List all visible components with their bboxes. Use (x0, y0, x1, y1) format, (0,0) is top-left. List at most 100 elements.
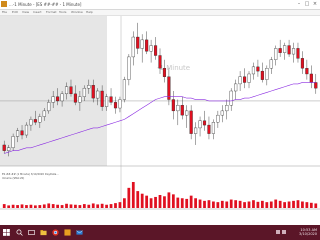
volume-bar (216, 202, 220, 208)
candle-down (69, 86, 73, 95)
candle-up (131, 36, 135, 58)
volume-bar (256, 201, 260, 208)
volume-bar (47, 203, 51, 208)
volume-bar (171, 194, 175, 208)
candle-down (113, 102, 118, 109)
volume-bar (158, 195, 162, 208)
candle-down (153, 45, 158, 56)
candle-down (180, 105, 184, 116)
time-axis-label: 15:00 (281, 211, 289, 212)
volume-icon[interactable] (282, 230, 286, 234)
volume-bar (189, 195, 193, 208)
minimize-button[interactable]: – (296, 1, 302, 7)
ninjatrader-icon[interactable] (64, 229, 71, 236)
volume-bar (167, 192, 171, 208)
search-icon[interactable] (16, 229, 23, 236)
volume-bar (38, 205, 42, 208)
candle-down (91, 85, 95, 99)
clock-date: 3/10/2020 (299, 232, 317, 236)
time-axis-label: 13:45 (218, 211, 226, 212)
candle-down (145, 39, 149, 52)
volume-bar (154, 196, 157, 208)
candle-up (11, 136, 15, 148)
candle-up (42, 110, 46, 117)
candle-down (260, 70, 264, 80)
menu-tools[interactable]: Tools (59, 10, 66, 15)
candle-down (296, 48, 300, 59)
time-axis: 09:30 09:45 10:00 10:15 10:30 10:45 11:00 11:15… (3, 211, 314, 212)
candle-up (64, 86, 69, 95)
maximize-button[interactable]: □ (304, 1, 310, 7)
chart-area[interactable]: -1 Minute ES ##-## (1 Minute) 3/10/2020 … (0, 16, 320, 212)
time-axis-label: 15:15 (294, 211, 302, 212)
candle-up (198, 120, 202, 129)
menu-file[interactable]: File (2, 10, 7, 15)
window-title: ...-1 Minute - [ES ##-## - 1 Minute] (9, 2, 82, 7)
candle-down (73, 93, 77, 103)
time-axis-label: 10:30 (54, 211, 62, 212)
volume-bar (145, 195, 149, 208)
file-explorer-icon[interactable] (40, 229, 47, 236)
candle-down (33, 119, 37, 123)
volume-bar (105, 204, 108, 208)
volume-bar (260, 200, 264, 208)
volume-bar (100, 203, 104, 208)
menu-help[interactable]: Help (86, 10, 93, 15)
menu-window[interactable]: Window (71, 10, 83, 15)
volume-bar (283, 202, 286, 208)
volume-bar (131, 182, 135, 208)
volume-bar (96, 204, 100, 208)
candle-down (20, 130, 24, 136)
volume-bar (29, 204, 33, 208)
time-axis-label: 09:30 (3, 211, 11, 212)
volume-label: Volume (SMA:20) (2, 176, 24, 180)
session-shade (0, 16, 107, 166)
menu-view[interactable]: View (22, 10, 29, 15)
chart-info-line: ES ##-## (1 Minute) 3/10/2020 DayData... (2, 172, 59, 176)
candle-down (158, 55, 162, 69)
volume-bar (114, 203, 117, 208)
volume-bar (25, 205, 28, 208)
candle-up (251, 66, 256, 75)
windows-logo-icon[interactable] (3, 229, 10, 236)
volume-bar (314, 203, 318, 208)
menu-format[interactable]: Format (46, 10, 57, 15)
candle-down (278, 48, 282, 53)
menu-edit[interactable]: Edit (12, 10, 18, 15)
volume-bar (234, 200, 238, 208)
candle-up (105, 96, 109, 107)
candle-up (38, 116, 42, 123)
taskbar-clock[interactable]: 10:53 AM 3/10/2020 (299, 228, 317, 236)
candle-down (136, 36, 140, 49)
network-icon[interactable] (276, 230, 280, 234)
time-axis-label: 11:15 (91, 211, 99, 212)
volume-bar (194, 198, 197, 208)
app-icon (1, 1, 7, 7)
chrome-icon[interactable] (52, 229, 59, 236)
time-axis-label: 12:15 (142, 211, 150, 212)
close-button[interactable]: × (312, 1, 318, 7)
volume-bar (109, 204, 113, 208)
volume-bar (136, 191, 140, 208)
candle-up (16, 130, 20, 137)
time-axis-label: 13:30 (205, 211, 213, 212)
volume-bar (176, 197, 180, 208)
candle-up (269, 59, 273, 69)
volume-bar (220, 200, 224, 208)
candle-up (149, 45, 153, 52)
candle-up (220, 110, 224, 116)
menu-insert[interactable]: Insert (33, 10, 42, 15)
volume-bar (287, 201, 291, 208)
mail-icon[interactable] (76, 229, 83, 236)
candle-down (202, 120, 207, 126)
volume-bar (265, 202, 269, 208)
candle-up (225, 105, 229, 112)
volume-bar (292, 200, 295, 208)
volume-bar (185, 198, 189, 208)
time-axis-label: 11:30 (104, 211, 112, 212)
volume-bar (2, 204, 6, 208)
candle-up (87, 85, 91, 89)
volume-bar (301, 201, 304, 208)
volume-bar (74, 204, 77, 208)
task-view-icon[interactable] (28, 229, 35, 236)
